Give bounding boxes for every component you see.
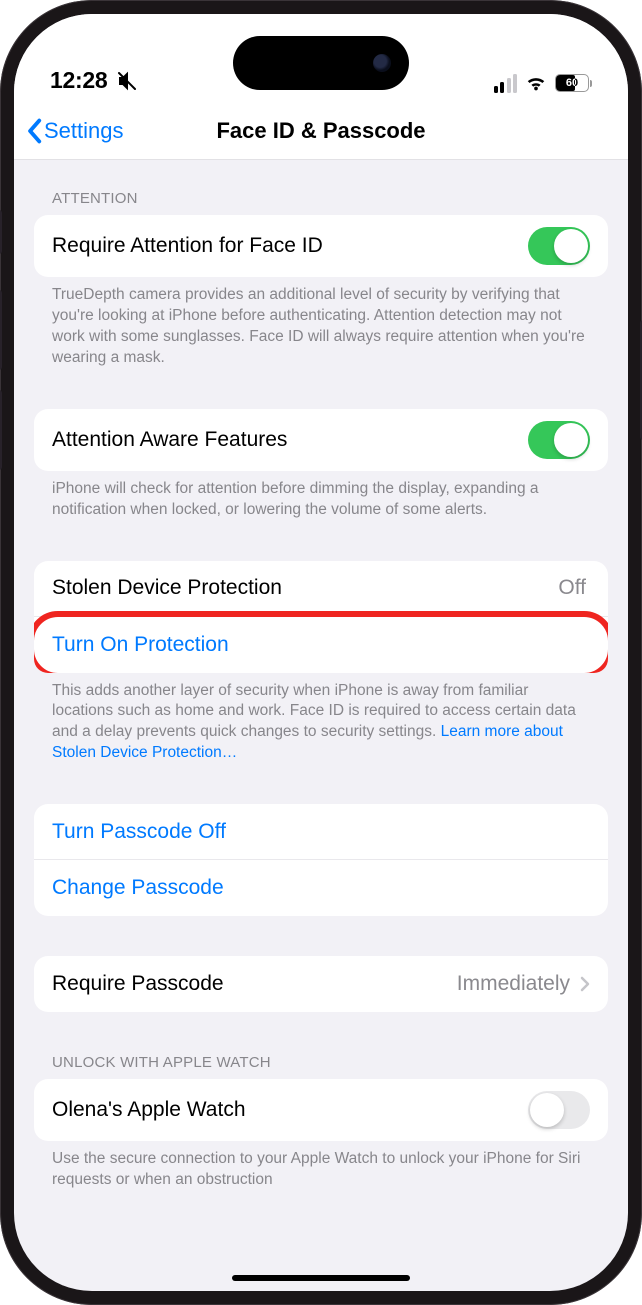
- section-header-watch: UNLOCK WITH APPLE WATCH: [34, 1012, 608, 1079]
- back-button[interactable]: Settings: [26, 118, 124, 144]
- device-frame: 12:28 60 Settings Face ID & Passcode: [0, 0, 642, 1305]
- row-label: Require Attention for Face ID: [52, 234, 528, 258]
- cellular-icon: [494, 74, 518, 93]
- volume-up: [0, 290, 2, 370]
- row-label: Require Passcode: [52, 972, 457, 996]
- group-require-passcode: Require Passcode Immediately: [34, 956, 608, 1012]
- wifi-icon: [525, 72, 547, 94]
- row-change-passcode[interactable]: Change Passcode: [34, 860, 608, 916]
- chevron-left-icon: [26, 118, 42, 144]
- nav-bar: Settings Face ID & Passcode: [14, 102, 628, 160]
- settings-content[interactable]: ATTENTION Require Attention for Face ID …: [14, 160, 628, 1291]
- volume-down: [0, 390, 2, 470]
- switch-apple-watch[interactable]: [528, 1091, 590, 1129]
- group-apple-watch: Olena's Apple Watch: [34, 1079, 608, 1141]
- dynamic-island: [233, 36, 409, 90]
- section-header-attention: ATTENTION: [34, 160, 608, 215]
- group-passcode-actions: Turn Passcode Off Change Passcode: [34, 804, 608, 916]
- home-indicator[interactable]: [232, 1275, 410, 1281]
- group-stolen-device: Stolen Device Protection Off Turn On Pro…: [34, 561, 608, 673]
- mute-switch: [0, 210, 2, 254]
- row-turn-passcode-off[interactable]: Turn Passcode Off: [34, 804, 608, 860]
- status-time: 12:28: [50, 67, 107, 94]
- chevron-right-icon: [580, 976, 590, 992]
- screen: 12:28 60 Settings Face ID & Passcode: [14, 14, 628, 1291]
- footer-stolen-device: This adds another layer of security when…: [34, 673, 608, 765]
- battery-icon: 60: [555, 74, 592, 92]
- row-label: Attention Aware Features: [52, 428, 528, 452]
- back-label: Settings: [44, 118, 124, 144]
- row-label: Stolen Device Protection: [52, 576, 558, 600]
- row-require-attention[interactable]: Require Attention for Face ID: [34, 215, 608, 277]
- row-stolen-status: Stolen Device Protection Off: [34, 561, 608, 617]
- footer-require-attention: TrueDepth camera provides an additional …: [34, 277, 608, 369]
- switch-attention-aware[interactable]: [528, 421, 590, 459]
- footer-attention-aware: iPhone will check for attention before d…: [34, 471, 608, 521]
- nav-title: Face ID & Passcode: [216, 118, 425, 144]
- row-apple-watch[interactable]: Olena's Apple Watch: [34, 1079, 608, 1141]
- row-label: Olena's Apple Watch: [52, 1098, 528, 1122]
- row-require-passcode[interactable]: Require Passcode Immediately: [34, 956, 608, 1012]
- row-label: Turn Passcode Off: [52, 820, 590, 844]
- row-value: Off: [558, 576, 586, 600]
- footer-apple-watch: Use the secure connection to your Apple …: [34, 1141, 608, 1191]
- row-attention-aware[interactable]: Attention Aware Features: [34, 409, 608, 471]
- switch-require-attention[interactable]: [528, 227, 590, 265]
- row-turn-on-protection[interactable]: Turn On Protection: [34, 617, 608, 673]
- row-label: Change Passcode: [52, 876, 590, 900]
- group-attention-aware: Attention Aware Features: [34, 409, 608, 471]
- group-require-attention: Require Attention for Face ID: [34, 215, 608, 277]
- row-value: Immediately: [457, 972, 570, 996]
- row-label: Turn On Protection: [52, 633, 590, 657]
- silent-icon: [117, 71, 137, 91]
